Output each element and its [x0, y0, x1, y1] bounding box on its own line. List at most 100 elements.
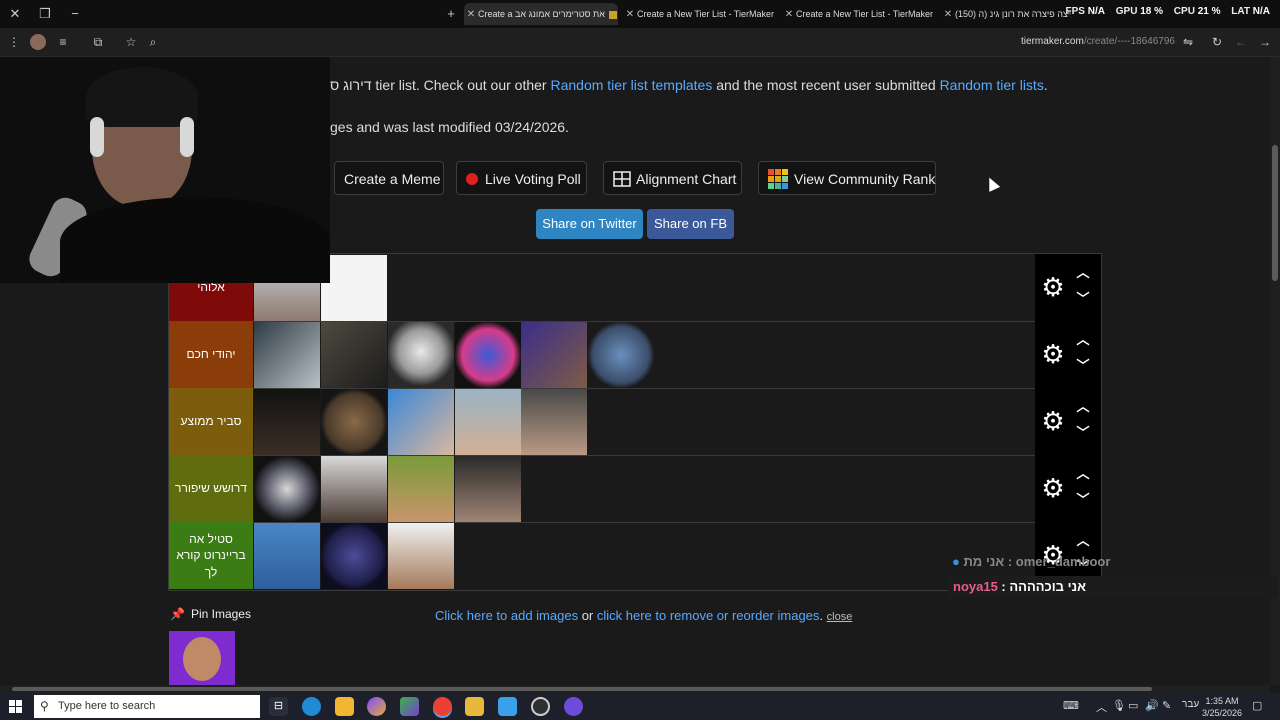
tier-item-image[interactable] [388, 456, 454, 522]
volume-icon[interactable]: 🔊 [1145, 699, 1159, 712]
bookmark-star-icon[interactable]: ☆ [122, 33, 140, 51]
remove-reorder-link[interactable]: click here to remove or reorder images [597, 608, 820, 623]
chevron-up-icon[interactable]: ︿ [1075, 534, 1091, 548]
discord-icon[interactable] [564, 697, 583, 716]
scroll-thumb[interactable] [12, 687, 1152, 691]
tab-3[interactable]: ✕ Create a New Tier List - TierMaker [782, 3, 936, 25]
site-settings-icon[interactable]: ⇋ [1179, 33, 1197, 51]
chevron-down-icon[interactable]: ﹀ [1075, 359, 1091, 373]
notifications-icon[interactable]: ▢ [1252, 699, 1262, 712]
tier-item-image[interactable] [521, 322, 587, 388]
tier-item-image[interactable] [321, 389, 387, 455]
minimize-window-icon[interactable]: − [65, 4, 85, 24]
close-tab-icon[interactable]: ✕ [941, 4, 955, 25]
tab-4[interactable]: ✕ (150) פיצה פיצרה את רונן גינ (ה [941, 3, 1071, 25]
modified-date-text: ges and was last modified 03/24/2026. [330, 119, 569, 135]
add-images-link[interactable]: Click here to add images [435, 608, 578, 623]
close-tab-icon[interactable]: ✕ [782, 4, 796, 25]
create-meme-button[interactable]: Create a Meme [334, 161, 444, 195]
tier-item-image[interactable] [321, 523, 387, 589]
tier-label-text: דרושש שיפורר [175, 481, 247, 496]
tier-item-image[interactable] [254, 322, 320, 388]
gpu-label: GPU [1115, 6, 1138, 17]
extensions-icon[interactable]: ⧉ [89, 33, 107, 51]
copilot-icon[interactable] [367, 697, 386, 716]
app-icon[interactable] [498, 697, 517, 716]
tab-1[interactable]: ✕ Create a את סטרימרים אמונג אב [464, 3, 618, 25]
close-tab-icon[interactable]: ✕ [464, 4, 478, 25]
taskbar-search[interactable]: ⚲ Type here to search [34, 695, 260, 718]
obs-icon[interactable] [531, 697, 550, 716]
chevron-down-icon[interactable]: ﹀ [1075, 426, 1091, 440]
menu-icon[interactable]: ⋮ [5, 33, 23, 51]
tray-chevron-up-icon[interactable]: ︿ [1096, 699, 1107, 715]
view-community-rank-button[interactable]: View Community Rank [758, 161, 936, 195]
forward-icon[interactable]: → [1256, 33, 1274, 51]
close-link[interactable]: close [827, 611, 853, 623]
tier-label[interactable]: דרושש שיפורר [169, 455, 253, 522]
horizontal-scrollbar[interactable] [0, 685, 1270, 693]
back-icon[interactable]: ← [1232, 33, 1250, 51]
tier-item-image[interactable] [455, 456, 521, 522]
store-icon[interactable] [335, 697, 354, 716]
tier-item-image[interactable] [455, 322, 521, 388]
gear-icon[interactable]: ⚙ [1039, 340, 1067, 368]
microphone-icon[interactable]: 🎙 [1112, 699, 1126, 712]
chevron-up-icon[interactable]: ︿ [1075, 467, 1091, 481]
chevron-up-icon[interactable]: ︿ [1075, 266, 1091, 280]
close-window-icon[interactable]: ✕ [5, 4, 25, 24]
tier-label[interactable]: יהודי חכם [169, 321, 253, 388]
file-explorer-icon[interactable] [465, 697, 484, 716]
random-templates-link[interactable]: Random tier list templates [550, 77, 712, 93]
tier-item-image[interactable] [321, 255, 387, 321]
profile-avatar[interactable] [30, 34, 46, 50]
gear-icon[interactable]: ⚙ [1039, 273, 1067, 301]
tiermaker-favicon [608, 10, 617, 19]
tier-item-image[interactable] [455, 389, 521, 455]
random-tier-lists-link[interactable]: Random tier lists [940, 77, 1044, 93]
scroll-thumb[interactable] [1272, 145, 1278, 281]
tier-item-image[interactable] [521, 389, 587, 455]
new-tab-icon[interactable]: + [441, 4, 461, 24]
chevron-down-icon[interactable]: ﹀ [1075, 292, 1091, 306]
tier-item-image[interactable] [254, 523, 320, 589]
tier-item-image[interactable] [321, 322, 387, 388]
tier-item-image[interactable] [254, 456, 320, 522]
app-icon[interactable] [400, 697, 419, 716]
tier-label[interactable]: סביר ממוצע [169, 388, 253, 455]
pinned-image[interactable] [169, 631, 235, 685]
alignment-chart-button[interactable]: Alignment Chart [603, 161, 742, 195]
windows-start-icon[interactable] [9, 700, 22, 713]
gear-icon[interactable]: ⚙ [1039, 474, 1067, 502]
share-twitter-button[interactable]: Share on Twitter [536, 209, 643, 239]
restore-window-icon[interactable]: ❐ [35, 4, 55, 24]
task-view-icon[interactable]: ⊟ [269, 697, 288, 716]
address-bar[interactable]: tiermaker.com/create/----18646796 [1021, 36, 1175, 47]
tier-item-image[interactable] [388, 389, 454, 455]
tier-item-image[interactable] [388, 322, 454, 388]
chevron-down-icon[interactable]: ﹀ [1075, 493, 1091, 507]
chevron-up-icon[interactable]: ︿ [1075, 400, 1091, 414]
gear-icon[interactable]: ⚙ [1039, 407, 1067, 435]
network-icon[interactable]: ▭ [1128, 699, 1138, 712]
tab-search-icon[interactable]: ≡ [54, 33, 72, 51]
tier-item-image[interactable] [321, 456, 387, 522]
share-fb-button[interactable]: Share on FB [647, 209, 734, 239]
live-voting-poll-button[interactable]: Live Voting Poll [456, 161, 587, 195]
tier-label[interactable]: סטיל אה בריינרוט קורא לך [169, 522, 253, 589]
close-tab-icon[interactable]: ✕ [623, 4, 637, 25]
chrome-icon[interactable] [433, 697, 452, 716]
pin-images-toggle[interactable]: 📌 Pin Images [170, 607, 251, 621]
tier-item-image[interactable] [254, 389, 320, 455]
edge-icon[interactable] [302, 697, 321, 716]
chevron-up-icon[interactable]: ︿ [1075, 333, 1091, 347]
tier-item-image[interactable] [388, 523, 454, 589]
search-icon[interactable]: ⌕ [144, 33, 162, 51]
keyboard-icon[interactable]: ⌨ [1063, 699, 1079, 712]
language-indicator[interactable]: עבר [1182, 699, 1199, 710]
pen-icon[interactable]: ✎ [1162, 699, 1171, 712]
taskbar-clock[interactable]: 1:35 AM 3/25/2026 [1202, 695, 1242, 719]
reload-icon[interactable]: ↻ [1208, 33, 1226, 51]
tab-2[interactable]: ✕ Create a New Tier List - TierMaker [623, 3, 777, 25]
tier-item-image[interactable] [588, 322, 654, 388]
